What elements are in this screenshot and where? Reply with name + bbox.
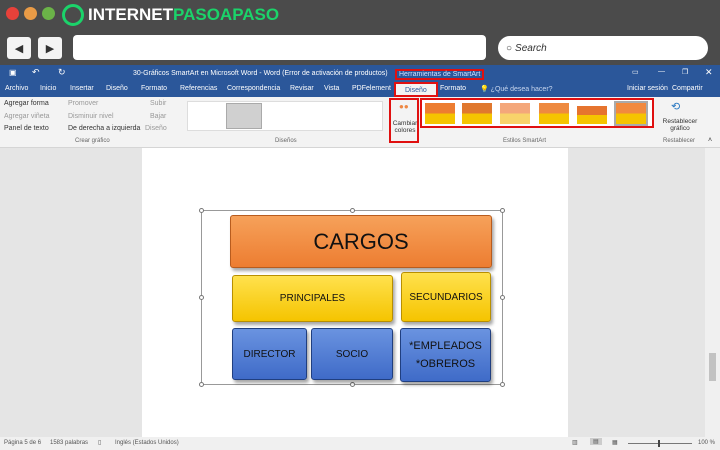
search-placeholder: Search xyxy=(515,42,547,54)
demote-button[interactable]: Disminuir nivel xyxy=(68,113,114,120)
smartart-shape-empleados[interactable]: *EMPLEADOS *OBREROS xyxy=(400,328,491,382)
tab-smartart-diseno[interactable]: Diseño xyxy=(394,82,438,97)
ribbon-tabs: Archivo Inicio Insertar Diseño Formato R… xyxy=(0,82,720,97)
style-6-selected[interactable] xyxy=(614,101,648,126)
add-shape-button[interactable]: Agregar forma xyxy=(4,100,49,107)
word-count[interactable]: 1583 palabras xyxy=(50,440,88,446)
tell-me-text: ¿Qué desea hacer? xyxy=(490,86,553,93)
ribbon-display-icon[interactable]: ▭ xyxy=(632,68,639,76)
status-bar: Página 5 de 6 1583 palabras ▯ Inglés (Es… xyxy=(0,437,720,450)
text-pane-button[interactable]: Panel de texto xyxy=(4,125,49,132)
move-up-button[interactable]: Subir xyxy=(150,100,166,107)
change-colors-button[interactable]: ●● Cambiar colores xyxy=(389,98,419,143)
style-1[interactable] xyxy=(425,103,455,124)
style-2[interactable] xyxy=(462,103,492,124)
smartart-shape-socio[interactable]: SOCIO xyxy=(311,328,393,380)
tab-archivo[interactable]: Archivo xyxy=(5,85,28,92)
group-label-restablecer: Restablecer xyxy=(663,138,696,144)
site-logo: INTERNET PASOAPASO xyxy=(62,4,279,26)
word-title-bar: ▣ ↶ ↻ 30-Gráficos SmartArt en Microsoft … xyxy=(0,65,720,82)
tell-me-box[interactable]: 💡 ¿Qué desea hacer? xyxy=(480,85,553,93)
tab-diseno[interactable]: Diseño xyxy=(106,85,128,92)
proofing-icon[interactable]: ▯ xyxy=(98,439,101,446)
close-icon[interactable]: ✕ xyxy=(705,67,713,78)
zoom-slider-thumb[interactable] xyxy=(658,440,660,447)
smartart-styles-gallery[interactable] xyxy=(420,98,654,128)
forward-button[interactable]: ▶ xyxy=(38,37,62,59)
vertical-scrollbar[interactable] xyxy=(705,148,720,437)
layout-button[interactable]: Diseño xyxy=(145,125,167,132)
move-down-button[interactable]: Bajar xyxy=(150,113,166,120)
style-3[interactable] xyxy=(500,103,530,124)
tab-inicio[interactable]: Inicio xyxy=(40,85,56,92)
sign-in-link[interactable]: Iniciar sesión xyxy=(627,85,668,92)
search-box[interactable]: ○ Search xyxy=(498,36,708,60)
web-layout-icon[interactable]: ▦ xyxy=(612,439,618,446)
print-layout-icon[interactable]: ▤ xyxy=(590,438,602,445)
style-5[interactable] xyxy=(577,106,607,124)
smartart-shape-director[interactable]: DIRECTOR xyxy=(232,328,307,380)
tab-pdfelement[interactable]: PDFelement xyxy=(352,85,391,92)
address-bar[interactable] xyxy=(73,35,486,60)
read-mode-icon[interactable]: ▥ xyxy=(572,439,578,446)
undo-icon[interactable]: ↶ xyxy=(32,67,40,78)
search-icon: ○ xyxy=(506,42,513,54)
page-count[interactable]: Página 5 de 6 xyxy=(4,440,41,446)
logo-accent: PASOAPASO xyxy=(173,5,280,24)
smartart-tools-label: Herramientas de SmartArt xyxy=(395,69,485,80)
style-4[interactable] xyxy=(539,103,569,124)
tab-insertar[interactable]: Insertar xyxy=(70,85,94,92)
zoom-slider[interactable] xyxy=(628,440,692,447)
group-label-crear: Crear gráfico xyxy=(75,138,110,144)
scroll-thumb[interactable] xyxy=(709,353,716,381)
layout-selected[interactable] xyxy=(226,103,262,129)
redo-icon[interactable]: ↻ xyxy=(58,67,66,78)
empleados-text: *EMPLEADOS xyxy=(409,340,482,352)
group-label-estilos: Estilos SmartArt xyxy=(503,138,547,144)
collapse-ribbon-icon[interactable]: ˄ xyxy=(708,137,712,144)
layouts-gallery[interactable] xyxy=(187,101,383,131)
colors-icon: ●● xyxy=(399,102,409,111)
logo-icon xyxy=(62,4,84,26)
tab-referencias[interactable]: Referencias xyxy=(180,85,217,92)
logo-text: INTERNET xyxy=(88,5,173,24)
save-icon[interactable]: ▣ xyxy=(9,68,17,77)
promote-button[interactable]: Promover xyxy=(68,100,98,107)
tab-revisar[interactable]: Revisar xyxy=(290,85,314,92)
tab-vista[interactable]: Vista xyxy=(324,85,339,92)
reset-graphic-icon: ⟲ xyxy=(671,101,681,113)
tab-smartart-formato[interactable]: Formato xyxy=(440,85,466,92)
close-window-button[interactable] xyxy=(6,7,19,20)
zoom-level[interactable]: 100 % xyxy=(698,440,715,446)
add-bullet-button[interactable]: Agregar viñeta xyxy=(4,113,50,120)
group-label-disenos: Diseños xyxy=(275,138,297,144)
language-indicator[interactable]: Inglés (Estados Unidos) xyxy=(115,440,179,446)
right-to-left-button[interactable]: De derecha a izquierda xyxy=(68,125,140,132)
maximize-window-button[interactable] xyxy=(42,7,55,20)
tab-correspondencia[interactable]: Correspondencia xyxy=(227,85,280,92)
back-button[interactable]: ◀ xyxy=(7,37,31,59)
tab-formato[interactable]: Formato xyxy=(141,85,167,92)
smartart-shape-cargos[interactable]: CARGOS xyxy=(230,215,492,268)
ribbon: Agregar forma Agregar viñeta Panel de te… xyxy=(0,97,720,148)
reset-graphic-button[interactable]: Restablecer gráfico xyxy=(660,118,700,132)
document-title: 30-Gráficos SmartArt en Microsoft Word -… xyxy=(133,70,388,77)
obreros-text: *OBREROS xyxy=(415,358,476,370)
share-button[interactable]: Compartir xyxy=(672,85,703,92)
smartart-shape-secundarios[interactable]: SECUNDARIOS xyxy=(401,272,491,322)
minimize-icon[interactable]: — xyxy=(658,68,665,75)
change-colors-label: Cambiar colores xyxy=(392,120,418,134)
smartart-shape-principales[interactable]: PRINCIPALES xyxy=(232,275,393,322)
minimize-window-button[interactable] xyxy=(24,7,37,20)
restore-icon[interactable]: ❐ xyxy=(682,68,688,76)
